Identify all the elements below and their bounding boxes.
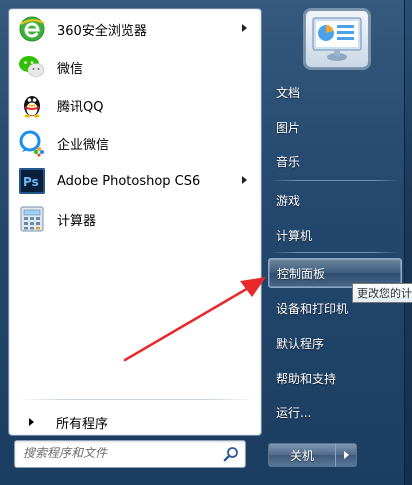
right-item-label: 计算机 — [276, 228, 313, 243]
right-item-computer[interactable]: 计算机 — [268, 220, 402, 250]
all-programs-button[interactable]: 所有程序 — [17, 407, 257, 437]
start-menu: 360安全浏览器 微信 腾讯QQ 企业微信 Ps Adobe Photoshop… — [0, 0, 405, 485]
right-item-label: 默认程序 — [276, 336, 325, 351]
program-label: 微信 — [57, 61, 84, 77]
svg-text:Ps: Ps — [23, 175, 39, 189]
photoshop-icon: Ps — [17, 166, 47, 196]
separator — [270, 180, 400, 181]
program-calculator[interactable]: 计算器 — [13, 201, 257, 237]
submenu-arrow-icon[interactable] — [242, 24, 247, 32]
browser-360-icon — [17, 14, 47, 44]
calculator-icon — [17, 204, 47, 234]
program-360-browser[interactable]: 360安全浏览器 — [13, 11, 257, 47]
search-box[interactable] — [14, 440, 246, 468]
program-photoshop[interactable]: Ps Adobe Photoshop CS6 — [13, 163, 257, 199]
control-panel-icon — [312, 17, 362, 61]
submenu-arrow-icon[interactable] — [242, 176, 247, 184]
right-item-games[interactable]: 游戏 — [268, 185, 402, 215]
program-label: Adobe Photoshop CS6 — [57, 173, 201, 189]
wecom-icon — [17, 128, 47, 158]
right-item-label: 游戏 — [276, 193, 301, 208]
user-picture[interactable] — [305, 10, 369, 68]
shutdown-label: 关机 — [289, 448, 314, 463]
right-item-default-programs[interactable]: 默认程序 — [268, 328, 402, 358]
program-label: 腾讯QQ — [57, 99, 104, 115]
program-wechat[interactable]: 微信 — [13, 49, 257, 85]
shutdown-button[interactable]: 关机 — [268, 443, 336, 467]
desktop-background — [404, 0, 412, 485]
qq-penguin-icon — [17, 90, 47, 120]
right-item-music[interactable]: 音乐 — [268, 146, 402, 176]
right-item-label: 文档 — [276, 85, 301, 100]
right-item-pictures[interactable]: 图片 — [268, 112, 402, 142]
separator — [17, 399, 257, 400]
right-item-help-support[interactable]: 帮助和支持 — [268, 363, 402, 393]
program-label: 企业微信 — [57, 137, 110, 153]
program-wecom[interactable]: 企业微信 — [13, 125, 257, 161]
right-item-label: 运行... — [276, 405, 312, 420]
right-item-documents[interactable]: 文档 — [268, 77, 402, 107]
program-label: 计算器 — [57, 213, 97, 229]
tooltip: 更改您的计 — [352, 283, 412, 303]
programs-pane: 360安全浏览器 微信 腾讯QQ 企业微信 Ps Adobe Photoshop… — [8, 8, 262, 436]
right-item-label: 设备和打印机 — [276, 301, 349, 316]
program-label: 360安全浏览器 — [57, 23, 147, 39]
search-input[interactable] — [15, 441, 219, 465]
right-item-label: 控制面板 — [277, 266, 326, 281]
search-icon[interactable] — [223, 446, 239, 462]
right-item-run[interactable]: 运行... — [268, 397, 402, 427]
tooltip-text: 更改您的计 — [357, 287, 412, 300]
expand-arrow-icon — [29, 418, 34, 426]
right-item-label: 帮助和支持 — [276, 371, 337, 386]
separator — [270, 252, 400, 253]
right-item-label: 音乐 — [276, 154, 301, 169]
all-programs-label: 所有程序 — [56, 416, 109, 432]
chevron-right-icon — [343, 451, 349, 459]
wechat-icon — [17, 52, 47, 82]
right-item-label: 图片 — [276, 120, 301, 135]
shutdown-options-button[interactable] — [335, 443, 357, 467]
program-qq[interactable]: 腾讯QQ — [13, 87, 257, 123]
